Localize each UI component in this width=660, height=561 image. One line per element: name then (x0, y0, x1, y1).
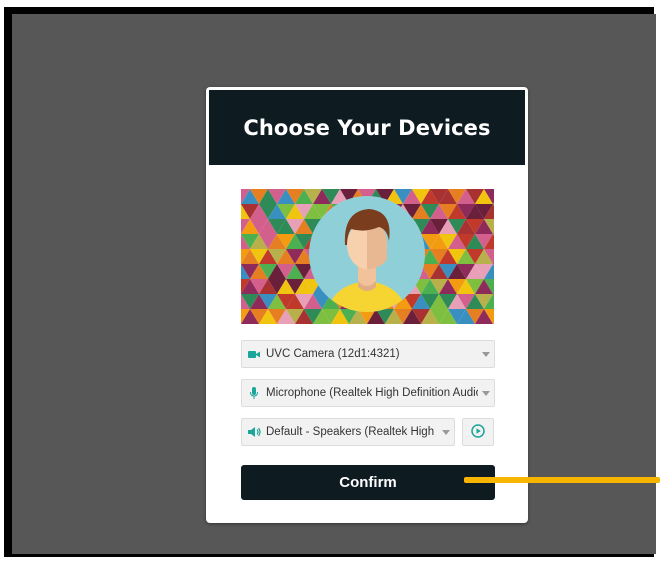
confirm-button[interactable]: Confirm (241, 465, 495, 500)
camera-preview-image (241, 189, 494, 324)
dialog-title: Choose Your Devices (243, 115, 491, 140)
microphone-select[interactable]: Microphone (Realtek High Definition Audi… (241, 379, 495, 407)
camera-select-value: UVC Camera (12d1:4321) (266, 348, 400, 360)
avatar-placeholder-image (241, 189, 494, 324)
play-circle-icon (471, 423, 485, 442)
device-selection-dialog: Choose Your Devices UVC Camera (12d1:432… (206, 87, 528, 523)
camera-select[interactable]: UVC Camera (12d1:4321) (241, 340, 495, 368)
chevron-down-icon (478, 351, 494, 357)
microphone-icon (242, 387, 266, 399)
dialog-header: Choose Your Devices (209, 90, 525, 165)
speaker-icon (242, 427, 266, 437)
speaker-select-value: Default - Speakers (Realtek High Definit… (266, 426, 438, 438)
chevron-down-icon (438, 429, 454, 435)
annotation-pointer-line (464, 477, 660, 483)
speaker-select[interactable]: Default - Speakers (Realtek High Definit… (241, 418, 455, 446)
video-camera-icon (242, 350, 266, 359)
microphone-select-value: Microphone (Realtek High Definition Audi… (266, 387, 478, 399)
chevron-down-icon (478, 390, 494, 396)
test-speaker-button[interactable] (462, 418, 494, 446)
